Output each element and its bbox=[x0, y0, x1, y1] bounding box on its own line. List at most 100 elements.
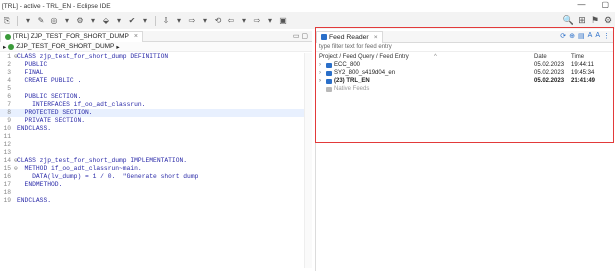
code-line[interactable]: 12 bbox=[0, 141, 312, 149]
line-number: 9 bbox=[7, 117, 11, 124]
code-line[interactable]: 15 ⊖ METHOD if_oo_adt_classrun~main. bbox=[0, 165, 312, 173]
code-line[interactable]: 11 bbox=[0, 133, 312, 141]
overview-ruler[interactable] bbox=[304, 53, 312, 268]
toolbar-icon[interactable]: ⟲ bbox=[213, 15, 223, 26]
sort-up-icon: ^ bbox=[434, 53, 437, 60]
font-increase-icon[interactable]: A bbox=[588, 32, 593, 40]
feed-icon bbox=[321, 34, 327, 40]
feed-row-name: ECC_800 bbox=[334, 62, 361, 68]
code-line[interactable]: 4 CREATE PUBLIC . bbox=[0, 77, 312, 85]
window-titlebar: [TRL] - active - TRL_EN - Eclipse IDE — … bbox=[0, 0, 615, 12]
code-line[interactable]: 18 bbox=[0, 189, 312, 197]
code-line[interactable]: 5 bbox=[0, 85, 312, 93]
code-line[interactable]: 7 INTERFACES if_oo_adt_classrun. bbox=[0, 101, 312, 109]
toolbar-icon[interactable]: ✎ bbox=[36, 15, 46, 26]
toolbar-separator bbox=[155, 15, 156, 26]
fold-toggle-icon[interactable] bbox=[14, 141, 17, 149]
line-number: 1 bbox=[7, 53, 11, 60]
toolbar-icon[interactable]: ▾ bbox=[62, 15, 72, 26]
feed-row[interactable]: › ECC_800 05.02.2023 19:44:11 bbox=[316, 61, 613, 69]
toolbar-icon[interactable]: ⇨ bbox=[187, 15, 197, 26]
line-number: 6 bbox=[7, 93, 11, 100]
feed-row-time: 21:41:49 bbox=[571, 78, 596, 84]
code-line-text: DATA(lv_dump) = 1 / 0. "Generate short d… bbox=[17, 173, 199, 180]
expand-arrow-icon[interactable]: › bbox=[319, 62, 321, 68]
column-header-date[interactable]: Date bbox=[534, 54, 547, 60]
abap-perspective-icon[interactable]: ⚑ bbox=[590, 15, 600, 26]
toolbar-icon[interactable]: ▾ bbox=[88, 15, 98, 26]
toolbar-icon[interactable]: ⎘ bbox=[2, 15, 12, 26]
toolbar-icon[interactable]: ⇩ bbox=[161, 15, 171, 26]
code-line[interactable]: 17 ENDMETHOD. bbox=[0, 181, 312, 189]
breadcrumb[interactable]: ▸ ZJP_TEST_FOR_SHORT_DUMP ▸ bbox=[0, 42, 312, 52]
toolbar-icon[interactable]: ▣ bbox=[278, 15, 288, 26]
line-number: 2 bbox=[7, 61, 11, 68]
line-number: 16 bbox=[3, 173, 11, 180]
toolbar-icon[interactable]: ⇦ bbox=[226, 15, 236, 26]
feed-filter-input[interactable]: type filter text for feed entry bbox=[316, 43, 613, 52]
code-line[interactable]: 9 PRIVATE SECTION. bbox=[0, 117, 312, 125]
fold-toggle-icon[interactable] bbox=[14, 149, 17, 157]
toolbar-icon[interactable]: ◎ bbox=[49, 15, 59, 26]
code-area[interactable]: 1 ⊖ CLASS zjp_test_for_short_dump DEFINITI… bbox=[0, 52, 312, 205]
font-decrease-icon[interactable]: A bbox=[595, 32, 600, 40]
editor-tab-label: [TRL] ZJP_TEST_FOR_SHORT_DUMP bbox=[13, 33, 129, 40]
toolbar-icon[interactable]: ▾ bbox=[200, 15, 210, 26]
close-icon[interactable]: × bbox=[134, 33, 138, 40]
expand-arrow-icon[interactable]: › bbox=[319, 70, 321, 76]
code-line[interactable]: 10 ENDCLASS. bbox=[0, 125, 312, 133]
editor-tab[interactable]: [TRL] ZJP_TEST_FOR_SHORT_DUMP × bbox=[0, 30, 143, 42]
column-header-time[interactable]: Time bbox=[571, 54, 584, 60]
line-number: 12 bbox=[3, 141, 11, 148]
code-line[interactable]: 3 FINAL bbox=[0, 69, 312, 77]
column-header-name[interactable]: Project / Feed Query / Feed Entry bbox=[319, 54, 409, 60]
minimize-maximize-icon[interactable]: ▭ ▢ bbox=[293, 32, 308, 40]
toolbar-icon[interactable]: ▾ bbox=[265, 15, 275, 26]
toolbar-separator bbox=[17, 15, 18, 26]
code-line[interactable]: 8 PROTECTED SECTION. bbox=[0, 109, 312, 117]
toolbar-icon[interactable]: ▾ bbox=[174, 15, 184, 26]
code-line[interactable]: 16 DATA(lv_dump) = 1 / 0. "Generate shor… bbox=[0, 173, 312, 181]
code-line-text: ENDCLASS. bbox=[17, 197, 52, 204]
code-line[interactable]: 6 PUBLIC SECTION. bbox=[0, 93, 312, 101]
code-line[interactable]: 2 PUBLIC bbox=[0, 61, 312, 69]
view-menu-icon[interactable]: ⋮ bbox=[603, 32, 610, 40]
feed-reader-tabbar: Feed Reader × ⟳ ⊕ ▤ A A ⋮ bbox=[316, 30, 613, 43]
collapse-all-icon[interactable]: ▤ bbox=[578, 32, 585, 40]
toolbar-icon[interactable]: ✔ bbox=[127, 15, 137, 26]
open-perspective-icon[interactable]: ⊞ bbox=[577, 15, 587, 26]
line-number: 8 bbox=[7, 109, 11, 116]
debug-perspective-icon[interactable]: ⚙ bbox=[603, 15, 613, 26]
code-line-text: PROTECTED SECTION. bbox=[17, 109, 93, 116]
expand-arrow-icon[interactable]: › bbox=[319, 78, 321, 84]
feed-reader-tab[interactable]: Feed Reader × bbox=[316, 30, 383, 43]
feed-row[interactable]: Native Feeds bbox=[316, 85, 613, 93]
add-query-icon[interactable]: ⊕ bbox=[569, 32, 575, 40]
feed-row[interactable]: › SY2_800_s419d04_en 05.02.2023 19:45:34 bbox=[316, 69, 613, 77]
toolbar-icon[interactable]: ▾ bbox=[140, 15, 150, 26]
search-icon[interactable]: 🔍 bbox=[563, 15, 574, 26]
code-line[interactable]: 14 ⊖ CLASS zjp_test_for_short_dump IMPLEME… bbox=[0, 157, 312, 165]
code-line[interactable]: 1 ⊖ CLASS zjp_test_for_short_dump DEFINITI… bbox=[0, 53, 312, 61]
code-line-text: PUBLIC SECTION. bbox=[17, 93, 82, 100]
code-line[interactable]: 13 bbox=[0, 149, 312, 157]
close-icon[interactable]: × bbox=[374, 34, 378, 41]
fold-toggle-icon[interactable] bbox=[14, 189, 17, 197]
minimize-button[interactable]: — bbox=[577, 0, 585, 9]
toolbar-icon[interactable]: ▾ bbox=[239, 15, 249, 26]
feed-row-date: 05.02.2023 bbox=[534, 62, 565, 68]
feed-reader-toolbar: ⟳ ⊕ ▤ A A ⋮ bbox=[560, 32, 610, 40]
toolbar-icon[interactable]: ▾ bbox=[114, 15, 124, 26]
feed-row-time: 19:45:34 bbox=[571, 70, 595, 76]
toolbar-icon[interactable]: ▾ bbox=[23, 15, 33, 26]
toolbar-icon[interactable]: ⚙ bbox=[75, 15, 85, 26]
toolbar-icon[interactable]: ⬙ bbox=[101, 15, 111, 26]
feed-row[interactable]: › (23) TRL_EN 05.02.2023 21:41:49 bbox=[316, 77, 613, 85]
toolbar-icon[interactable]: ⇨ bbox=[252, 15, 262, 26]
code-line[interactable]: 19 ENDCLASS. bbox=[0, 197, 312, 205]
restore-button[interactable]: ▢ bbox=[601, 0, 609, 9]
feed-reader-view: Feed Reader × ⟳ ⊕ ▤ A A ⋮ type filter te… bbox=[315, 30, 613, 271]
fold-toggle-icon[interactable] bbox=[14, 133, 17, 141]
fold-toggle-icon[interactable] bbox=[14, 85, 17, 93]
refresh-feeds-icon[interactable]: ⟳ bbox=[560, 32, 566, 40]
